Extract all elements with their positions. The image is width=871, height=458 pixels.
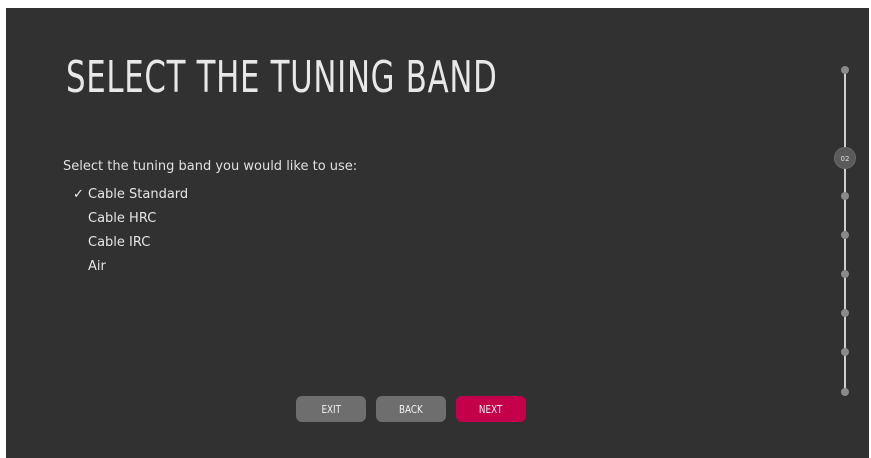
page-title: SELECT THE TUNING BAND [66,52,498,103]
tuning-band-list: ✓ Cable Standard Cable HRC Cable IRC Air [63,185,188,281]
option-cable-hrc[interactable]: Cable HRC [63,209,188,233]
option-air[interactable]: Air [63,257,188,281]
back-button[interactable]: BACK [376,396,446,422]
option-cable-irc[interactable]: Cable IRC [63,233,188,257]
instruction-text: Select the tuning band you would like to… [63,159,358,174]
exit-button[interactable]: EXIT [296,396,366,422]
progress-step-dot [841,309,849,317]
option-label: Air [88,259,106,274]
setup-progress-indicator: 02 [826,58,866,408]
progress-step-dot [841,66,849,74]
progress-step-dot [841,388,849,396]
option-label: Cable Standard [88,187,189,202]
option-label: Cable HRC [88,211,157,226]
option-cable-standard[interactable]: ✓ Cable Standard [63,185,188,209]
progress-step-dot [841,231,849,239]
check-icon: ✓ [73,187,84,202]
tuning-band-screen: SELECT THE TUNING BAND Select the tuning… [6,8,869,458]
current-step-marker: 02 [834,147,856,169]
next-button[interactable]: NEXT [456,396,526,422]
option-label: Cable IRC [88,235,151,250]
progress-step-dot [841,270,849,278]
progress-step-dot [841,192,849,200]
progress-step-dot [841,348,849,356]
